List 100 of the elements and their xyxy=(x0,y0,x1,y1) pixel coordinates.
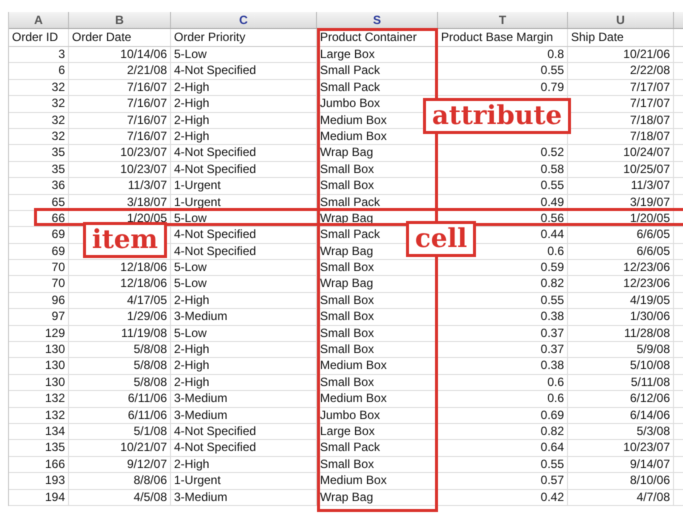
table-cell: 96 xyxy=(52,292,65,308)
table-cell: 11/28/08 xyxy=(624,326,670,342)
table-cell: Small Box xyxy=(320,309,374,325)
table-cell: Small Box xyxy=(320,260,374,276)
table-cell: 70 xyxy=(52,260,65,276)
table-cell: 32 xyxy=(52,80,65,96)
table-cell: 3-Medium xyxy=(174,309,228,325)
table-cell: Medium Box xyxy=(320,358,387,374)
table-cell: 10/21/06 xyxy=(623,47,670,62)
table-cell: 36 xyxy=(52,178,65,194)
table-cell: 10/14/06 xyxy=(120,47,167,62)
table-cell: 1/29/06 xyxy=(126,309,167,325)
table-cell: 3 xyxy=(58,47,65,62)
table-cell: Small Box xyxy=(320,162,374,178)
table-cell: 6/11/06 xyxy=(128,391,167,407)
table-cell: 3/19/07 xyxy=(630,194,670,210)
table-cell: 4-Not Specified xyxy=(174,227,256,243)
table-cell: Medium Box xyxy=(320,473,387,489)
table-cell: 0.55 xyxy=(540,292,564,308)
table-cell: 2-High xyxy=(174,96,210,112)
table-cell: 12/23/06 xyxy=(623,260,670,276)
table-cell: Small Box xyxy=(320,178,374,194)
column-header[interactable]: C xyxy=(171,12,317,28)
table-cell: 130 xyxy=(44,358,65,374)
table-cell: 4/5/08 xyxy=(134,490,167,505)
table-cell: 69 xyxy=(52,227,65,243)
column-header[interactable]: A xyxy=(9,12,69,28)
table-cell: 5/1/08 xyxy=(134,424,167,440)
table-cell: 5-Low xyxy=(174,260,207,276)
table-cell: 166 xyxy=(44,456,65,472)
table-cell: 65 xyxy=(52,194,65,210)
table-cell: 130 xyxy=(44,374,65,390)
table-cell: 5-Low xyxy=(174,326,207,342)
table-cell: 66 xyxy=(52,210,65,226)
table-cell: 9/12/07 xyxy=(126,456,167,472)
table-cell: 0.64 xyxy=(540,440,564,456)
table-cell: 0.82 xyxy=(540,424,564,440)
table-cell: Medium Box xyxy=(320,391,387,407)
table-cell: 7/16/07 xyxy=(126,96,167,112)
table-cell: 134 xyxy=(44,424,65,440)
table-cell: 5/8/08 xyxy=(134,374,167,390)
table-cell: 0.59 xyxy=(540,260,564,276)
table-cell: 6/14/06 xyxy=(630,408,670,423)
table-cell: 10/21/07 xyxy=(120,440,167,456)
table-cell: 2/21/08 xyxy=(126,63,167,79)
table-cell: 5/8/08 xyxy=(134,342,167,358)
table-cell: 10/23/07 xyxy=(120,162,167,178)
column-header[interactable]: U xyxy=(568,12,674,28)
table-cell: 2-High xyxy=(174,374,210,390)
table-cell: 5-Low xyxy=(174,210,207,226)
annotation-label: item xyxy=(83,222,167,258)
table-cell: Small Pack xyxy=(320,440,380,456)
table-cell: 4-Not Specified xyxy=(174,440,256,456)
table-cell: 12/18/06 xyxy=(120,276,167,292)
table-cell: 4/7/08 xyxy=(636,490,670,505)
table-cell: 32 xyxy=(52,96,65,112)
table-cell: 2-High xyxy=(174,292,210,308)
annotation-label: attribute xyxy=(423,98,572,134)
table-cell: Small Pack xyxy=(320,63,380,79)
table-cell: 12/23/06 xyxy=(623,276,670,292)
table-cell: 70 xyxy=(52,276,65,292)
table-cell: 11/19/08 xyxy=(121,326,167,342)
column-header[interactable]: S xyxy=(317,12,438,28)
column-header[interactable]: T xyxy=(438,12,568,28)
table-cell: 7/16/07 xyxy=(126,128,167,144)
table-cell: 0.58 xyxy=(540,162,564,178)
table-cell: 8/8/06 xyxy=(134,473,167,489)
table-cell: 1-Urgent xyxy=(174,473,221,489)
table-cell: 0.6 xyxy=(547,391,564,407)
table-cell: 2-High xyxy=(174,80,210,96)
table-cell: 10/23/07 xyxy=(623,440,670,456)
table-cell: 3-Medium xyxy=(174,391,228,407)
table-cell: Wrap Bag xyxy=(320,490,374,505)
table-cell: 9/14/07 xyxy=(630,456,670,472)
table-cell: 3/18/07 xyxy=(126,194,167,210)
table-cell: Small Box xyxy=(320,456,374,472)
table-cell: 0.79 xyxy=(540,80,564,96)
column-header[interactable]: B xyxy=(69,12,171,28)
table-header-cell: Order ID xyxy=(9,29,69,46)
table-cell: 193 xyxy=(44,473,65,489)
table-cell: Small Box xyxy=(320,342,374,358)
table-cell: 2-High xyxy=(174,342,210,358)
table-cell: 0.49 xyxy=(540,194,564,210)
table-cell: 4-Not Specified xyxy=(174,424,256,440)
table-cell: 32 xyxy=(52,112,65,128)
table-header-cell: Product Base Margin xyxy=(438,29,568,46)
table-cell: 5/8/08 xyxy=(134,358,167,374)
table-cell: Small Box xyxy=(320,326,374,342)
table-cell: 1/20/05 xyxy=(630,210,670,226)
table-cell: 10/24/07 xyxy=(623,145,670,161)
table-header-cell: Product Container xyxy=(317,29,438,46)
table-cell: 135 xyxy=(44,440,65,456)
table-cell: 5/9/08 xyxy=(636,342,670,358)
table-cell: 0.38 xyxy=(540,309,564,325)
table-cell: Jumbo Box xyxy=(320,96,380,112)
table-cell: 132 xyxy=(44,391,65,407)
table-cell: 0.37 xyxy=(540,342,564,358)
table-cell: Wrap Bag xyxy=(320,276,374,292)
table-cell: 10/23/07 xyxy=(120,145,167,161)
table-cell: 0.56 xyxy=(540,210,564,226)
